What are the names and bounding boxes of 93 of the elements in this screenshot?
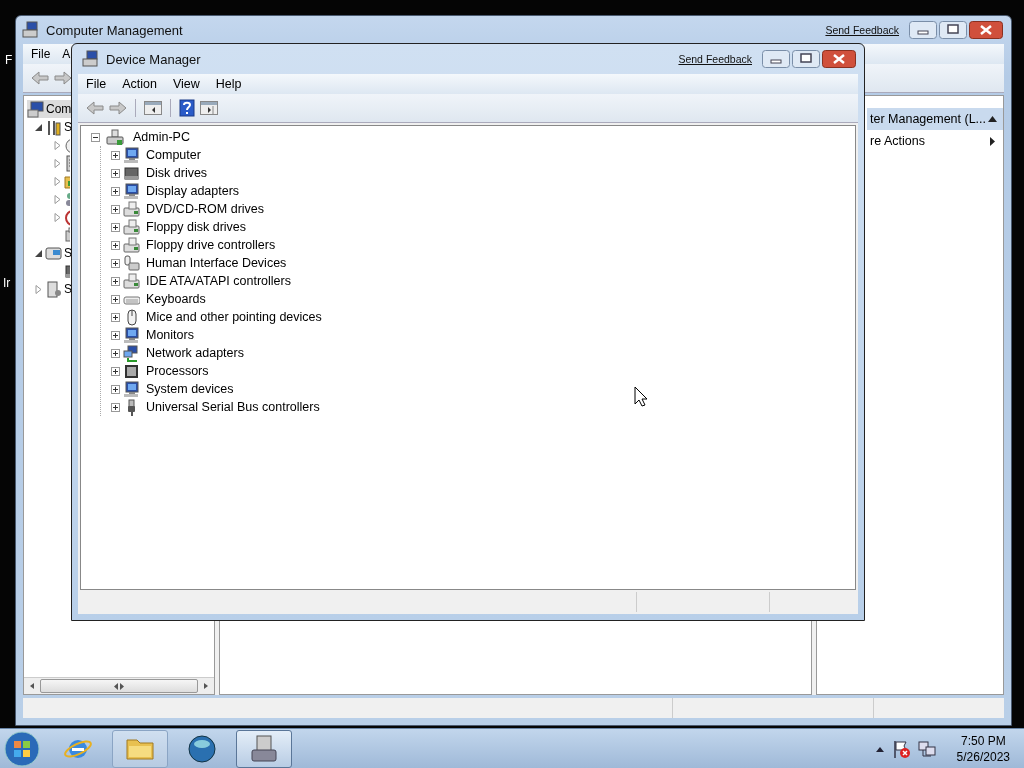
action-item[interactable]: re Actions (867, 130, 1003, 152)
submenu-arrow-icon (990, 136, 995, 146)
collapse-box-icon[interactable] (91, 132, 100, 142)
chip-icon (123, 362, 140, 380)
tree-item[interactable]: Human Interface Devices (146, 256, 287, 270)
monitor-icon (123, 146, 140, 164)
expand-box-icon[interactable] (111, 204, 120, 214)
desktop-icon-label[interactable]: F (5, 53, 13, 67)
drive-icon (123, 218, 140, 236)
taskbar-button[interactable] (236, 729, 292, 768)
horizontal-scrollbar[interactable] (24, 677, 214, 694)
expand-box-icon[interactable] (111, 240, 120, 250)
tree-item[interactable]: Universal Serial Bus controllers (146, 400, 320, 414)
scroll-left-arrow-icon[interactable] (28, 682, 36, 690)
tree-item[interactable]: Mice and other pointing devices (146, 310, 322, 324)
monitor-icon (123, 380, 140, 398)
grip-icon (114, 682, 124, 690)
monitor-icon (123, 182, 140, 200)
tree-item[interactable]: Com (27, 100, 73, 118)
desktop-icon-label[interactable]: Ir (3, 276, 11, 290)
tree-item[interactable]: DVD/CD-ROM drives (146, 202, 265, 216)
mouse-pointer-icon (634, 386, 647, 407)
send-feedback-link[interactable]: Send Feedback (678, 53, 752, 65)
tree-item[interactable]: Floppy drive controllers (146, 238, 276, 252)
menu-item[interactable]: File (25, 47, 57, 61)
expand-box-icon[interactable] (111, 312, 120, 322)
network-icon[interactable] (916, 738, 937, 759)
tree-item[interactable]: Keyboards (146, 292, 206, 306)
tools-icon (45, 118, 62, 136)
forward-arrow-icon[interactable] (54, 70, 72, 86)
actions-header[interactable]: ter Management (L... (867, 108, 1003, 130)
window-icon (82, 50, 100, 68)
window-title: Computer Management (46, 22, 183, 38)
tree-item[interactable]: Processors (146, 364, 209, 378)
expand-box-icon[interactable] (111, 276, 120, 286)
globe-icon (186, 732, 218, 765)
tree-item[interactable]: Floppy disk drives (146, 220, 247, 234)
tree-item[interactable]: Display adapters (146, 184, 240, 198)
collapse-arrow-icon (988, 116, 997, 122)
scroll-right-arrow-icon[interactable] (202, 682, 210, 690)
send-feedback-link[interactable]: Send Feedback (825, 24, 899, 36)
computer-icon (106, 128, 124, 146)
close-button[interactable] (822, 50, 856, 68)
tree-item[interactable]: S (45, 280, 73, 298)
tree-item[interactable]: Network adapters (146, 346, 244, 360)
tree-item[interactable]: Disk drives (146, 166, 208, 180)
menu-item[interactable]: Help (207, 77, 250, 91)
expand-box-icon[interactable] (111, 330, 120, 340)
expand-box-icon[interactable] (111, 168, 120, 178)
close-button[interactable] (969, 21, 1003, 39)
scrollbar-thumb[interactable] (40, 679, 198, 693)
collapse-triangle-icon[interactable] (34, 248, 43, 258)
expand-box-icon[interactable] (111, 366, 120, 376)
tree-item[interactable]: IDE ATA/ATAPI controllers (146, 274, 291, 288)
collapse-triangle-icon[interactable] (34, 122, 43, 132)
monitor-icon (123, 326, 140, 344)
tree-item[interactable]: Admin-PC (133, 130, 190, 144)
menu-item[interactable]: Action (114, 77, 165, 91)
tree-item[interactable]: Computer (146, 148, 201, 162)
minimize-button[interactable] (762, 50, 790, 68)
expand-box-icon[interactable] (111, 384, 120, 394)
expand-box-icon[interactable] (111, 258, 120, 268)
action-pane-icon[interactable] (200, 100, 218, 116)
device-icon (123, 254, 140, 272)
console-tree-icon[interactable] (144, 100, 162, 116)
help-icon[interactable] (179, 99, 195, 117)
clock[interactable]: 7:50 PM 5/26/2023 (956, 732, 1010, 765)
menu-item[interactable]: View (164, 77, 208, 91)
tree-item[interactable]: System devices (146, 382, 234, 396)
menu-item[interactable]: A (56, 47, 71, 61)
storage-icon (45, 244, 62, 262)
minimize-button[interactable] (909, 21, 937, 39)
computer-management-icon (248, 732, 280, 765)
expand-box-icon[interactable] (111, 402, 120, 412)
expand-box-icon[interactable] (111, 222, 120, 232)
tree-item[interactable]: S (45, 244, 73, 262)
tree-item[interactable]: S (45, 118, 73, 136)
maximize-button[interactable] (792, 50, 820, 68)
drive-icon (123, 200, 140, 218)
expand-box-icon[interactable] (111, 294, 120, 304)
maximize-button[interactable] (939, 21, 967, 39)
drive-icon (123, 272, 140, 290)
services-icon (45, 280, 62, 298)
expand-box-icon[interactable] (111, 150, 120, 160)
window-title: Device Manager (106, 51, 201, 67)
menu-item[interactable]: File (78, 77, 115, 91)
expand-box-icon[interactable] (111, 348, 120, 358)
computer-icon (27, 100, 44, 118)
expand-box-icon[interactable] (111, 186, 120, 196)
window-icon (22, 21, 40, 39)
network-icon (123, 344, 140, 362)
drive-icon (123, 236, 140, 254)
tree-item[interactable]: Monitors (146, 328, 194, 342)
